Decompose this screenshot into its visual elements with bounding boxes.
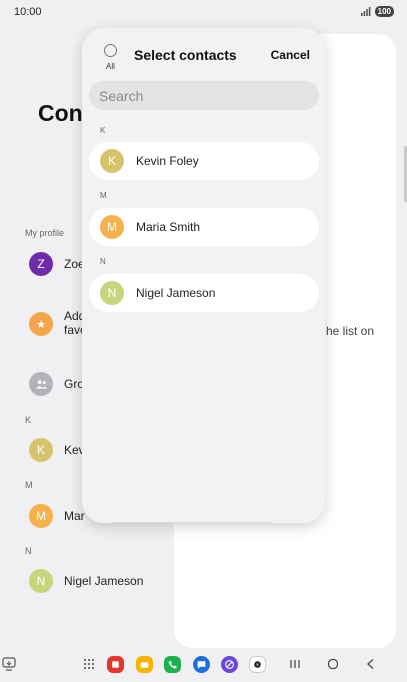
- page-title: Con: [38, 100, 83, 126]
- camera-icon[interactable]: [248, 655, 266, 673]
- avatar: N: [100, 281, 124, 305]
- contact-name: Mar: [64, 509, 85, 523]
- app-yellow-icon[interactable]: [135, 655, 153, 673]
- avatar: N: [29, 569, 53, 593]
- detail-pane-text: he list on: [326, 324, 375, 338]
- avatar: M: [100, 215, 124, 239]
- list-item[interactable]: N Nigel Jameson: [29, 569, 143, 593]
- people-icon: [35, 380, 47, 389]
- section-n: N: [100, 257, 106, 266]
- phone-icon[interactable]: [163, 655, 181, 673]
- my-profile-label: My profile: [25, 228, 65, 238]
- home-button[interactable]: [324, 655, 342, 673]
- avatar: K: [29, 438, 53, 462]
- cancel-button[interactable]: Cancel: [271, 48, 310, 62]
- browser-icon[interactable]: [220, 655, 238, 673]
- section-n: N: [25, 546, 32, 556]
- status-icons: 100: [360, 6, 394, 17]
- select-contacts-sheet: All Select contacts Cancel K K Kevin Fol…: [82, 28, 325, 523]
- messages-icon[interactable]: [192, 655, 210, 673]
- contact-name: Maria Smith: [136, 220, 201, 234]
- profile-row[interactable]: Z Zoe: [29, 252, 85, 276]
- search-input[interactable]: [89, 81, 319, 110]
- section-k: K: [25, 415, 32, 425]
- list-item[interactable]: K Kevi: [29, 438, 87, 462]
- select-all-label: All: [106, 62, 115, 71]
- status-bar: 10:00 100: [0, 0, 407, 26]
- contact-item[interactable]: M Maria Smith: [89, 208, 319, 246]
- avatar: K: [100, 149, 124, 173]
- add-favorites-row[interactable]: ★ Add favo: [29, 309, 87, 337]
- contact-item[interactable]: N Nigel Jameson: [89, 274, 319, 312]
- contact-name: Nigel Jameson: [136, 286, 216, 300]
- contact-item[interactable]: K Kevin Foley: [89, 142, 319, 180]
- divider: [112, 522, 272, 523]
- avatar: M: [29, 504, 53, 528]
- taskbar-toggle-icon[interactable]: [0, 655, 18, 673]
- groups-icon: [29, 372, 53, 396]
- signal-icon: [360, 7, 371, 16]
- select-all-radio[interactable]: [104, 44, 117, 57]
- list-item[interactable]: M Mar: [29, 504, 85, 528]
- groups-label: Gro: [64, 377, 85, 391]
- battery-icon: 100: [374, 6, 394, 17]
- section-k: K: [100, 126, 106, 135]
- section-m: M: [100, 191, 107, 200]
- sheet-title: Select contacts: [134, 47, 237, 63]
- avatar: Z: [29, 252, 53, 276]
- apps-grid-icon[interactable]: [80, 655, 98, 673]
- app-red-icon[interactable]: [106, 655, 124, 673]
- navigation-bar: [0, 650, 407, 682]
- back-button[interactable]: [362, 655, 380, 673]
- status-time: 10:00: [14, 6, 42, 18]
- contact-name: Kevin Foley: [136, 154, 199, 168]
- section-m: M: [25, 480, 33, 490]
- groups-row[interactable]: Gro: [29, 372, 84, 396]
- recents-button[interactable]: [286, 655, 304, 673]
- star-icon: ★: [29, 312, 53, 336]
- contact-name: Nigel Jameson: [64, 574, 144, 588]
